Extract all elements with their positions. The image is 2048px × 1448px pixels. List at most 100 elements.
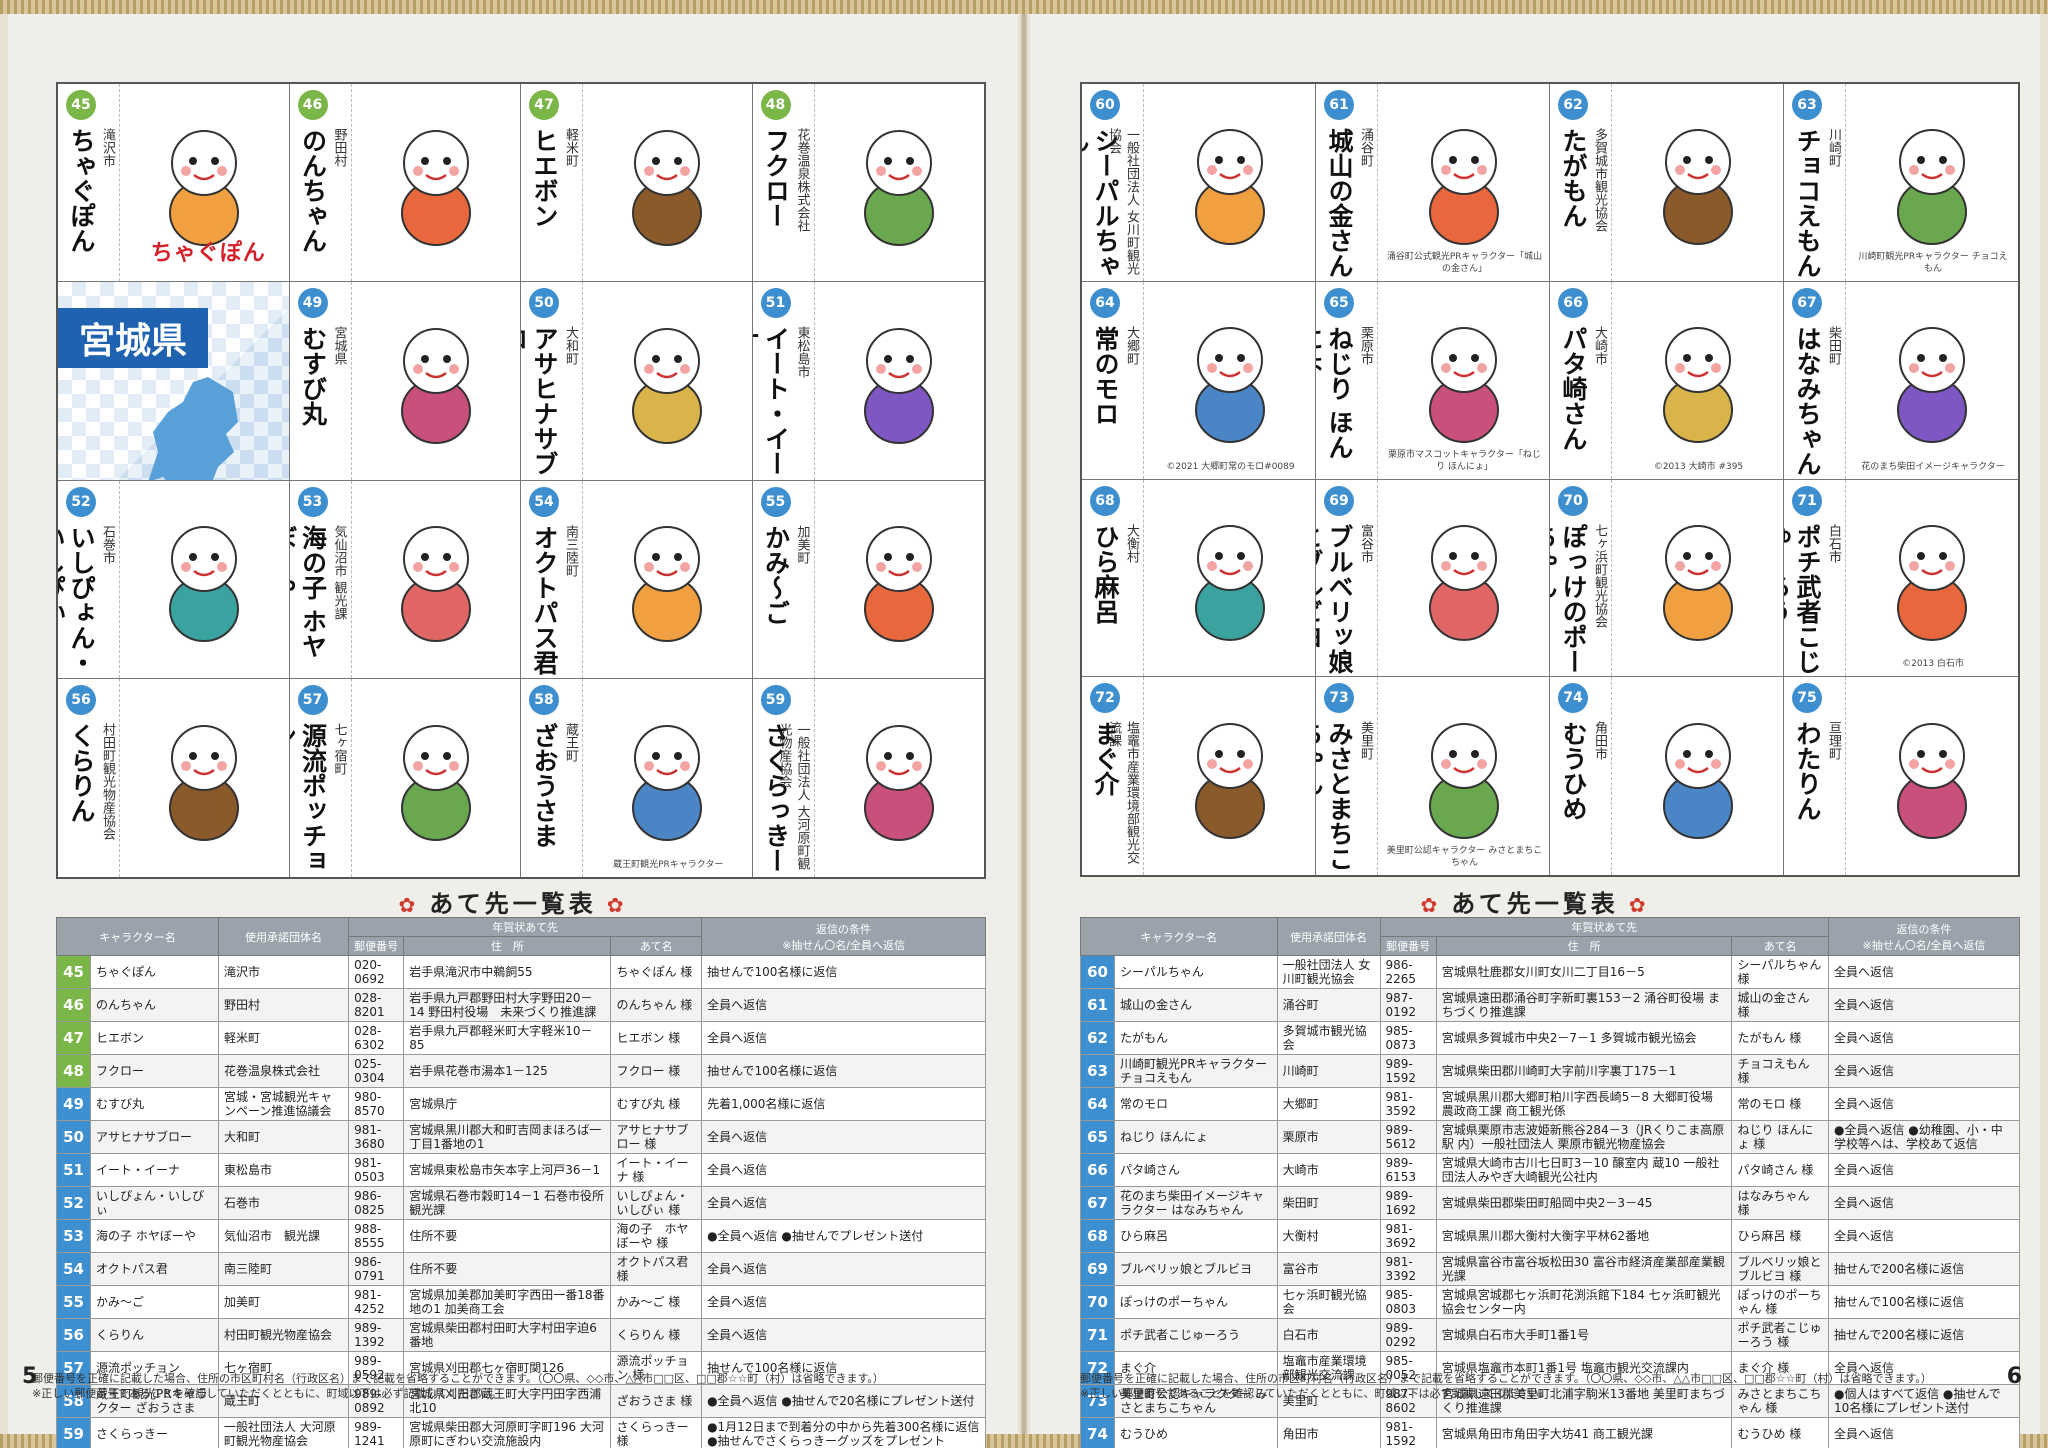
row-number: 59 [56,1417,91,1448]
row-number: 49 [56,1087,91,1121]
character-name: のんちゃん [298,128,328,253]
address-list-heading: ✿ あて先一覧表 ✿ [1030,884,2040,919]
card-label-strip: 57 源流ポッチョン七ヶ宿町 [289,678,352,877]
character-picture [1852,292,2012,469]
row-address: 宮城県遠田郡涌谷町字新町裏153－2 涌谷町役場 まちづくり推進課 [1435,988,1733,1022]
row-number: 48 [56,1054,91,1088]
character-card: 47 ヒエボン 軽米町 [521,84,753,283]
character-card: 57 源流ポッチョン七ヶ宿町 [289,678,521,877]
row-number: 60 [1080,955,1115,989]
mascot-illustration [400,526,471,643]
table-row: 65 ねじり ほんにょ 栗原市 989-5612 宮城県栗原市志波姫新熊谷284－3（J… [1080,1120,2021,1154]
mascot-illustration [1897,723,1967,840]
row-address: 宮城県富谷市富谷坂松田30 富谷市経済産業部産業観光課 [1435,1252,1733,1286]
row-zip: 989-5612 [1379,1120,1437,1154]
row-addressee: オクトパス君 様 [610,1252,703,1286]
card-label-strip: 49 むすび丸 宮城県 [289,282,352,480]
row-organization: 多賀城市観光協会 [1276,1021,1381,1055]
character-card: 51 イート・イーナ東松島市 [752,282,984,481]
character-name: むうひめ [1559,721,1588,822]
row-character-name: アサヒナサブロー [90,1120,219,1154]
row-address: 宮城県黒川郡大郷町粕川字西長崎5－8 大郷町役場 農政商工課 商工観光係 [1435,1087,1733,1121]
row-organization: 大郷町 [1276,1087,1381,1121]
row-zip: 989-6153 [1379,1153,1437,1187]
mascot-illustration [1194,723,1265,840]
card-label-strip: 50 アサヒナサブロー大和町 [521,282,583,480]
col-character-name: キャラクター名 [56,917,219,956]
row-zip: 989-1592 [1379,1054,1437,1088]
mascot-illustration [1428,129,1499,246]
row-organization: 大衡村 [1276,1219,1381,1253]
mascot-illustration [1897,524,1967,641]
character-picture [1852,687,2012,865]
entry-number-badge: 50 [529,288,559,319]
character-card: 75 わたりん 亘理町 [1784,677,2018,875]
row-character-name: むうひめ [1114,1417,1278,1448]
character-card: 66 パタ崎さん 大崎市 ©2013 大崎市 #395 [1550,281,1784,480]
row-addressee: アサヒナサブロー 様 [610,1120,703,1154]
row-reply-condition: 全員へ返信 [701,1252,986,1286]
organization-name: 七ヶ浜町観光協会 [1592,523,1607,628]
character-name: ひら麻呂 [1091,523,1120,624]
entry-number-badge: 61 [1324,90,1354,120]
entry-number-badge: 54 [529,486,559,517]
mascot-illustration [632,129,703,246]
row-reply-condition: ●全員へ返信 ●抽せんでプレゼント送付 [701,1219,986,1253]
row-address: 宮城県石巻市穀町14－1 石巻市役所 観光課 [403,1186,612,1220]
row-zip: 989-1241 [348,1417,405,1448]
row-address: 宮城県柴田郡大河原町字町196 大河原町にぎわい交流施設内 [403,1417,612,1448]
entry-number-badge: 64 [1090,287,1120,318]
row-character-name: シーパルちゃん [1114,955,1278,989]
row-organization: 大崎市 [1276,1153,1381,1187]
mascot-illustration [632,327,703,444]
row-addressee: ポチ武者こじゅーろう 様 [1731,1318,1829,1352]
mascot-illustration [400,724,471,841]
row-address: 宮城県大崎市古川七日町3－10 醸室内 蔵10 一般社団法人みやぎ大崎観光公社内 [1435,1153,1733,1187]
row-address: 宮城県東松島市矢本字上河戸36－1 [403,1153,612,1187]
character-card: 48 フクロー 花巻温泉株式会社 [752,84,984,283]
entry-number-badge: 60 [1090,90,1120,120]
character-name: パタ崎さん [1559,325,1588,451]
entry-number-badge: 56 [66,684,96,715]
character-card: 67 はなみちゃん 柴田町 花のまち柴田イメージキャラクター [1784,281,2018,480]
row-reply-condition: 全員へ返信 [701,1120,986,1154]
mascot-illustration [1428,723,1499,840]
row-zip: 981-3592 [1379,1087,1437,1121]
table-header-row: キャラクター名 使用承諾団体名 年賀状あて先 返信の条件 ※抽せん〇名/全員へ返信 [1080,917,2021,956]
row-address: 住所不要 [403,1219,612,1253]
row-reply-condition: 全員へ返信 [1827,1054,2021,1088]
row-organization: 富谷市 [1276,1252,1381,1286]
organization-name: 南三陸町 [563,524,578,577]
row-addressee: さくらっきー 様 [610,1417,703,1448]
row-number: 51 [56,1153,91,1187]
page-number: 6 [2006,1364,2022,1389]
row-character-name: ちゃぐぽん [90,955,219,989]
character-name: 海の子 ホヤぼーや [290,524,328,659]
row-character-name: パタ崎さん [1114,1153,1278,1187]
row-character-name: むすび丸 [90,1087,219,1121]
character-name: むすび丸 [298,326,328,427]
organization-name: 石巻市 [100,524,115,564]
character-picture [589,292,746,469]
entry-number-badge: 72 [1090,683,1120,714]
organization-name: 村田町観光物産協会 [100,722,115,840]
row-number: 70 [1080,1285,1115,1319]
col-addressee: あて名 [610,936,703,956]
character-name: ポチ武者こじゅーろう [1784,523,1822,674]
miyagi-map-icon [138,372,258,480]
row-zip: 981-1592 [1379,1417,1437,1448]
mascot-illustration [864,327,935,444]
mascot-illustration [1428,327,1499,444]
row-address: 岩手県滝沢市中鵜飼55 [403,955,612,989]
row-number: 50 [56,1120,91,1154]
col-group-address: 年賀状あて先 [348,917,703,937]
footnote-line: ※正しい郵便番号であることを確認していただくとともに、町域以下は必ず記載してくだ… [32,1387,502,1400]
row-addressee: たがもん 様 [1731,1021,1829,1055]
character-name: くらりん [67,722,96,823]
character-picture [358,689,515,867]
table-row: 50 アサヒナサブロー 大和町 981-3680 宮城県黒川郡大和町吉岡まほろば一丁目1… [56,1120,986,1154]
row-number: 64 [1080,1087,1115,1121]
card-label-strip: 51 イート・イーナ東松島市 [752,282,815,480]
row-reply-condition: 抽せんで100名様に返信 [701,1054,986,1088]
mascot-illustration [169,526,240,643]
